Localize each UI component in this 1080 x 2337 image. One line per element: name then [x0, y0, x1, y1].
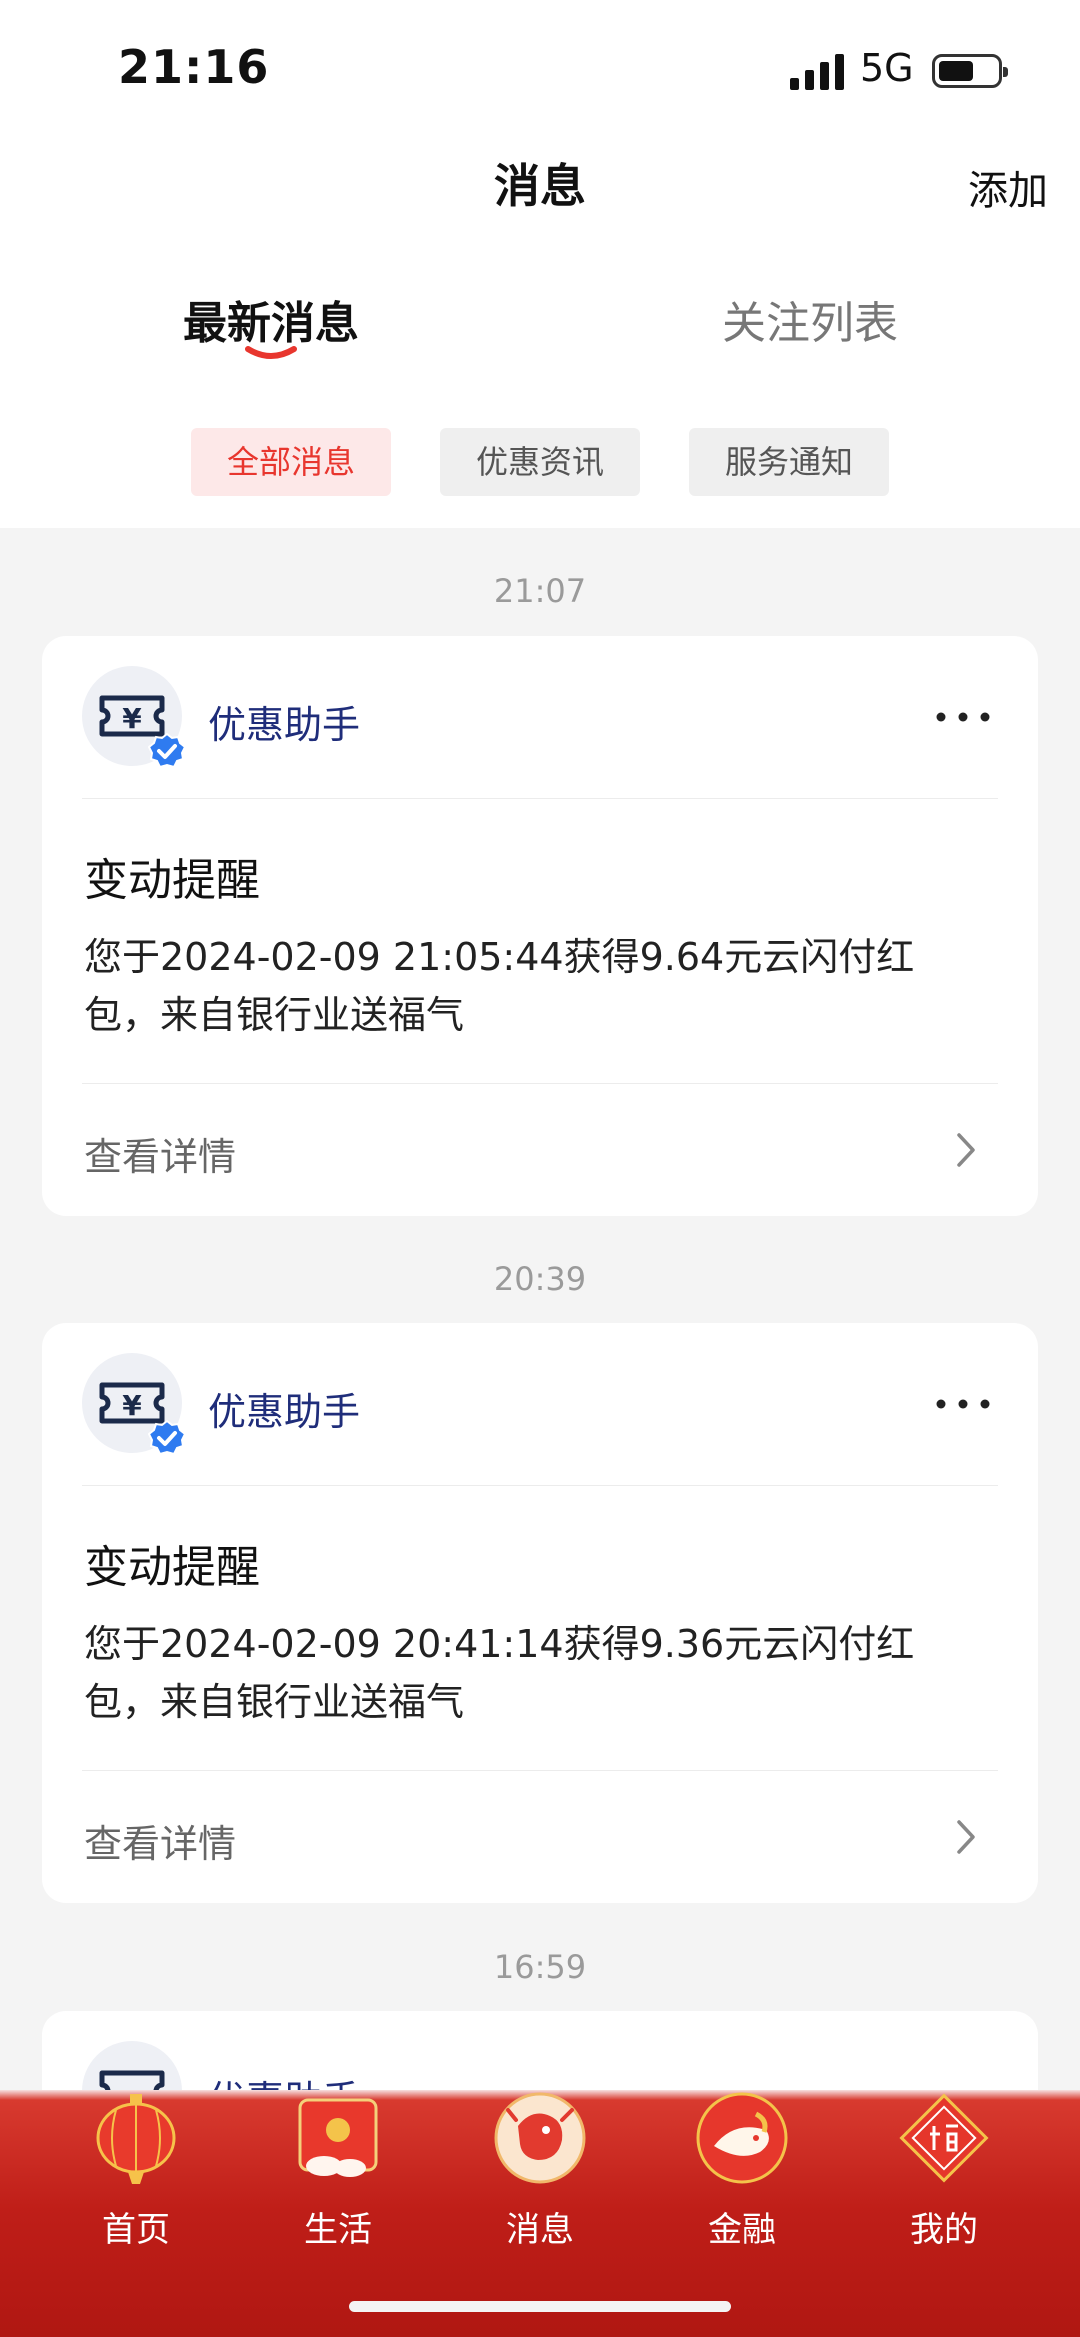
- nav-label: 消息: [506, 2210, 574, 2250]
- chevron-right-icon: [957, 1820, 975, 1854]
- active-tab-indicator: [245, 346, 297, 359]
- filter-service-notices[interactable]: 服务通知: [689, 428, 889, 496]
- verified-icon: [148, 1419, 186, 1456]
- message-card[interactable]: ¥ 优惠助手 变动提醒 您于2024-02-09 20:41:14获得9.36元…: [42, 1323, 1038, 1903]
- home-indicator: [349, 2301, 731, 2312]
- message-body: 您于2024-02-09 21:05:44获得9.64元云闪付红包，来自银行业送…: [84, 935, 915, 1037]
- page-title: 消息: [494, 159, 586, 213]
- signal-icon: [790, 54, 844, 90]
- divider: [82, 798, 998, 799]
- divider: [82, 1485, 998, 1486]
- more-icon[interactable]: [936, 1399, 990, 1409]
- divider: [82, 1083, 998, 1084]
- message-time: 16:59: [493, 1948, 587, 1986]
- add-button[interactable]: 添加: [968, 158, 1048, 216]
- filter-all-messages[interactable]: 全部消息: [191, 428, 391, 496]
- lantern-icon: [96, 2094, 176, 2184]
- message-title: 变动提醒: [84, 855, 260, 906]
- dragon-icon: [494, 2092, 586, 2184]
- battery-icon: [932, 54, 1008, 88]
- message-body: 您于2024-02-09 20:41:14获得9.36元云闪付红包，来自银行业送…: [84, 1622, 915, 1724]
- bottom-nav: 首页 生活 消息 金融 我的: [0, 2090, 1080, 2337]
- network-type: 5G: [860, 46, 914, 90]
- chevron-right-icon: [957, 1133, 975, 1167]
- message-time: 21:07: [493, 572, 587, 610]
- red-envelope-icon: [298, 2098, 378, 2177]
- verified-icon: [148, 732, 186, 769]
- sender-name: 优惠助手: [208, 1390, 361, 1434]
- message-time: 20:39: [493, 1260, 587, 1298]
- more-icon[interactable]: [936, 712, 990, 722]
- svg-text:¥: ¥: [122, 702, 142, 735]
- nav-label: 我的: [910, 2210, 978, 2250]
- message-title: 变动提醒: [84, 1542, 260, 1593]
- nav-label: 首页: [102, 2210, 170, 2250]
- tab-latest-messages[interactable]: 最新消息: [183, 287, 359, 351]
- koi-icon: [696, 2092, 788, 2184]
- nav-label: 金融: [708, 2210, 776, 2250]
- filter-offers[interactable]: 优惠资讯: [440, 428, 640, 496]
- divider: [82, 1770, 998, 1771]
- tab-follow-list[interactable]: 关注列表: [722, 287, 898, 351]
- view-details-link[interactable]: 查看详情: [84, 1126, 236, 1181]
- svg-text:¥: ¥: [122, 1389, 142, 1422]
- view-details-link[interactable]: 查看详情: [84, 1813, 236, 1868]
- sender-name: 优惠助手: [208, 703, 361, 747]
- status-time: 21:16: [118, 40, 270, 94]
- fu-icon: [899, 2093, 989, 2183]
- nav-label: 生活: [304, 2210, 372, 2250]
- message-card[interactable]: ¥ 优惠助手 变动提醒 您于2024-02-09 21:05:44获得9.64元…: [42, 636, 1038, 1216]
